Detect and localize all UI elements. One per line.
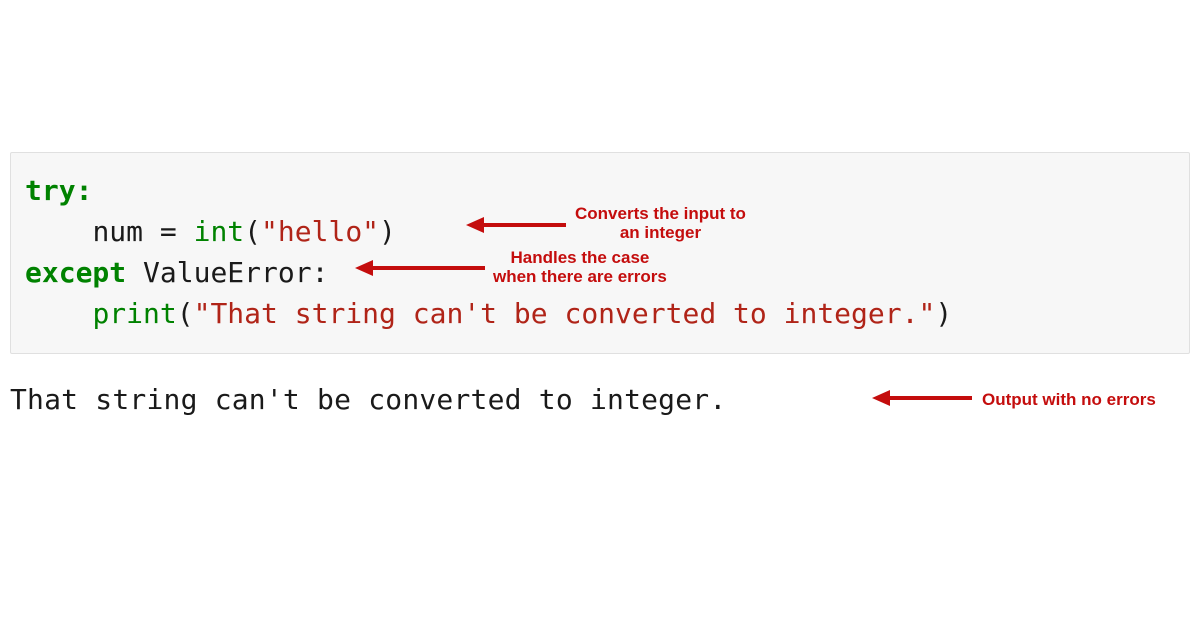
output-text: That string can't be converted to intege… — [10, 383, 726, 416]
valueerror: ValueError — [143, 256, 312, 289]
annotation-handles: Handles the case when there are errors — [493, 248, 667, 286]
paren-open: ( — [244, 215, 261, 248]
annotation-handles-line2: when there are errors — [493, 267, 667, 286]
paren-close: ) — [379, 215, 396, 248]
paren-open: ( — [177, 297, 194, 330]
annotation-convert: Converts the input to an integer — [575, 204, 746, 242]
fn-int: int — [194, 215, 245, 248]
code-assign: num = — [92, 215, 193, 248]
arrow-handles-icon — [355, 258, 485, 278]
annotation-output: Output with no errors — [982, 390, 1156, 409]
annotation-convert-line2: an integer — [620, 223, 701, 242]
annotation-handles-line1: Handles the case — [510, 248, 649, 267]
arrow-output-icon — [872, 388, 972, 408]
colon: : — [312, 256, 329, 289]
string-msg: "That string can't be converted to integ… — [194, 297, 936, 330]
code-indent — [25, 297, 92, 330]
code-indent — [25, 215, 92, 248]
keyword-try: try: — [25, 174, 92, 207]
fn-print: print — [92, 297, 176, 330]
paren-close: ) — [935, 297, 952, 330]
code-line-4: print("That string can't be converted to… — [25, 293, 1189, 334]
keyword-except: except — [25, 256, 126, 289]
string-hello: "hello" — [261, 215, 379, 248]
annotation-convert-line1: Converts the input to — [575, 204, 746, 223]
space — [126, 256, 143, 289]
arrow-convert-icon — [466, 215, 566, 235]
